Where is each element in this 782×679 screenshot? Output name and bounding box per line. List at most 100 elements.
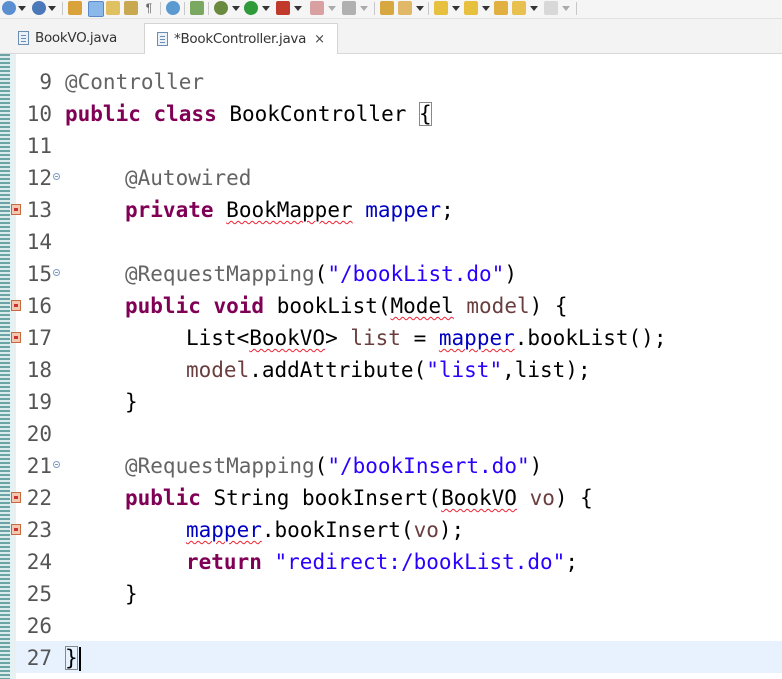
field-name: mapper [438,326,515,350]
toolbar-separator [374,2,375,15]
toolbar-separator [576,2,577,15]
chevron-down-icon[interactable] [262,6,270,11]
line-number: 22 [26,486,52,510]
tab-bookcontroller-java[interactable]: *BookController.java × [144,23,338,54]
class-name: BookController [216,102,420,126]
search-icon[interactable] [68,1,82,15]
field-name: mapper [186,518,262,542]
fold-toggle-icon[interactable] [53,461,60,468]
code-line: 19 } [0,386,782,418]
method-name: bookList( [264,294,391,318]
type-name: Model [390,294,454,318]
globe-icon[interactable] [2,1,16,15]
line-number: 18 [26,358,52,382]
chevron-down-icon[interactable] [562,6,570,11]
last-edit-location-icon[interactable] [494,1,508,15]
code-line: 11 [0,130,782,162]
closing-brace: } [125,582,138,606]
code-line: 20 [0,418,782,450]
punctuation: ; [441,198,454,222]
keyword: public void [125,294,265,318]
line-number: 26 [26,614,52,638]
chevron-down-icon[interactable] [360,6,368,11]
highlight-icon[interactable] [88,1,104,17]
run-script-icon[interactable] [190,1,204,15]
punctuation: ; [565,550,578,574]
text-caret [78,647,81,671]
disconnect-icon[interactable] [342,1,356,15]
chevron-down-icon[interactable] [416,6,424,11]
fold-toggle-icon[interactable] [53,269,60,276]
toolbar-separator [428,2,429,15]
string-literal: "/bookInsert.do" [327,454,530,478]
debug-icon[interactable] [214,1,228,15]
toolbar-separator [62,2,63,15]
line-number: 11 [26,134,52,158]
next-annotation-icon[interactable] [434,1,448,15]
code-line: 16 public void bookList(Model model) { [0,290,782,322]
line-number: 13 [26,198,52,222]
toolbar-separator [208,2,209,15]
fold-toggle-icon[interactable] [53,173,60,180]
code-line: 9 @Controller [0,66,782,98]
line-number: 15 [26,262,52,286]
chevron-down-icon[interactable] [530,6,538,11]
line-number: 23 [26,518,52,542]
block-select-icon[interactable] [106,1,120,15]
code-line: 13 private BookMapper mapper; [0,194,782,226]
matching-brace: { [419,102,432,126]
string-literal: "redirect:/bookList.do" [274,550,566,574]
line-number: 12 [26,166,52,190]
chevron-down-icon[interactable] [294,6,302,11]
back-icon[interactable] [512,1,526,15]
close-icon[interactable]: × [314,32,325,47]
code-line: 17 List<BookVO> list = mapper.bookList()… [0,322,782,354]
punctuation: = [400,326,439,350]
code-line: 27 } [0,642,782,674]
type-name: BookVO [441,486,517,510]
chevron-down-icon[interactable] [452,6,460,11]
line-number: 25 [26,582,52,606]
tab-bookvo-java[interactable]: BookVO.java [0,23,144,52]
run-icon[interactable] [244,1,258,15]
web-browser-icon[interactable] [166,1,180,15]
external-tools-icon[interactable] [276,1,290,15]
line-number: 20 [26,422,52,446]
parameter-name: model [186,358,250,382]
punctuation: ) { [529,294,568,318]
code-line: 23 mapper.bookInsert(vo); [0,514,782,546]
punctuation: ) { [554,486,593,510]
code-line: 14 [0,226,782,258]
java-file-icon [18,30,29,45]
method-call: .addAttribute( [249,358,427,382]
tomcat-icon[interactable] [32,1,46,15]
mark-occurrences-icon[interactable] [124,1,138,15]
open-type-icon[interactable] [380,1,394,15]
string-literal: "list" [426,358,503,382]
toolbar-separator [160,2,161,15]
open-task-icon[interactable] [398,1,412,15]
parameter-name: model [466,294,530,318]
code-editor[interactable]: 8 9 @Controller 10 public class BookCont… [0,54,782,679]
stop-icon[interactable] [310,1,324,15]
previous-annotation-icon[interactable] [464,1,478,15]
show-whitespace-icon[interactable]: ¶ [142,1,156,15]
punctuation: ( [314,262,328,286]
chevron-down-icon[interactable] [48,6,56,11]
code-line: 21 @RequestMapping("/bookInsert.do") [0,450,782,482]
forward-icon[interactable] [544,1,558,15]
keyword: return [186,550,262,574]
chevron-down-icon[interactable] [328,6,336,11]
code-line: 24 return "redirect:/bookList.do"; [0,546,782,578]
annotation: @RequestMapping [125,262,315,286]
code-line: 15 @RequestMapping("/bookList.do") [0,258,782,290]
code-line: 12 @Autowired [0,162,782,194]
annotation: @Autowired [125,166,252,190]
method-call: .bookList(); [514,326,667,350]
chevron-down-icon[interactable] [482,6,490,11]
chevron-down-icon[interactable] [232,6,240,11]
annotation: @Controller [65,70,205,94]
line-number: 14 [26,230,52,254]
chevron-down-icon[interactable] [18,6,26,11]
type-name: BookMapper [226,198,353,222]
